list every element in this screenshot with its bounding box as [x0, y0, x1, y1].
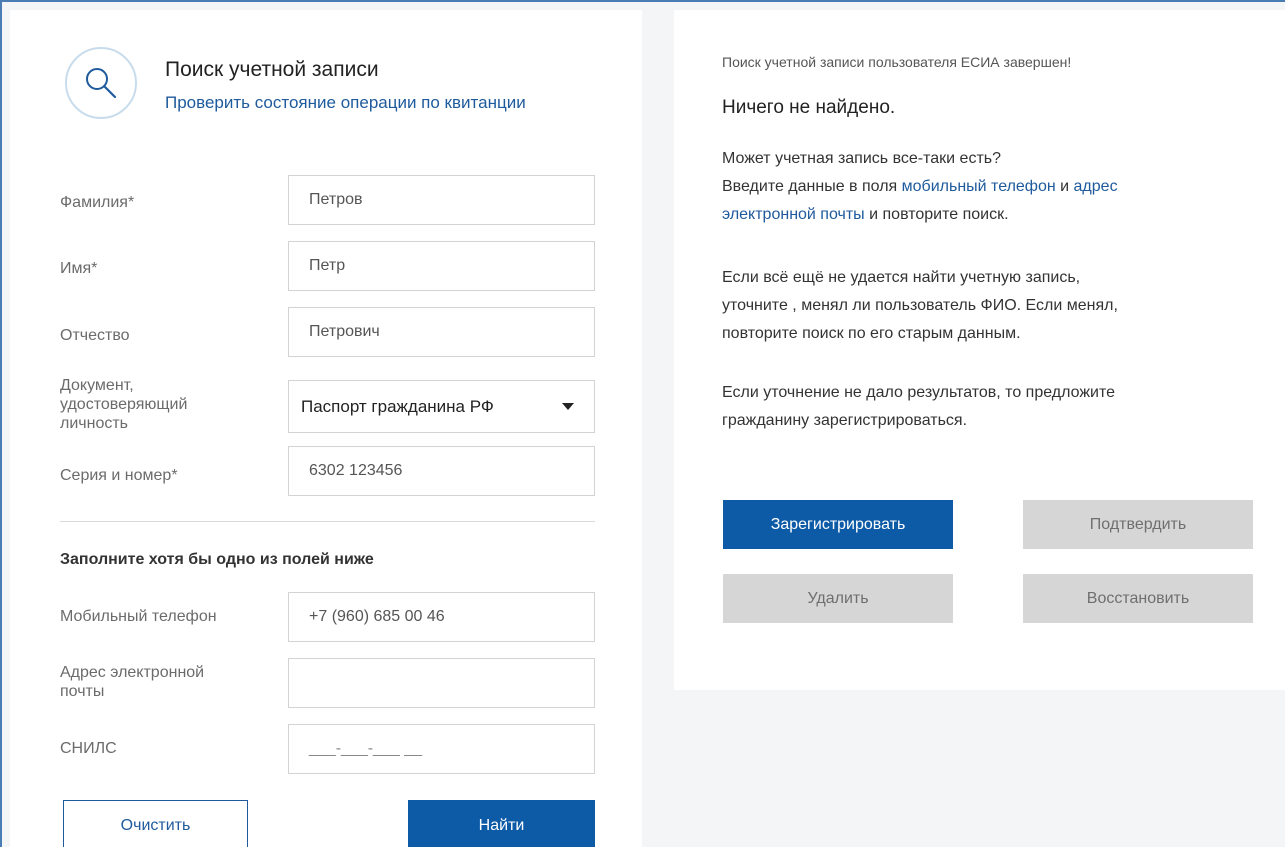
window-left-border: [0, 0, 2, 847]
surname-label: Фамилия*: [60, 194, 135, 211]
series-label: Серия и номер*: [60, 467, 178, 484]
result-heading: Ничего не найдено.: [722, 97, 896, 118]
check-receipt-link[interactable]: Проверить состояние операции по квитанци…: [165, 93, 526, 113]
email-input[interactable]: [288, 658, 595, 708]
email-label: Адрес электронной почты: [60, 664, 205, 700]
surname-input[interactable]: Петров: [288, 175, 595, 225]
delete-button[interactable]: Удалить: [723, 574, 953, 623]
restore-button[interactable]: Восстановить: [1023, 574, 1253, 623]
optional-fields-subtitle: Заполните хотя бы одно из полей ниже: [60, 551, 374, 568]
phone-input[interactable]: +7 (960) 685 00 46: [288, 592, 595, 642]
window-top-border: [0, 0, 1285, 2]
snils-label: СНИЛС: [60, 740, 117, 757]
document-label: Документ, удостоверяющий личность: [60, 377, 188, 432]
phone-label: Мобильный телефон: [60, 608, 217, 625]
page-title: Поиск учетной записи: [165, 58, 379, 81]
email-link-continued[interactable]: электронной почты: [722, 206, 865, 223]
search-icon: [65, 47, 137, 119]
name-input[interactable]: Петр: [288, 241, 595, 291]
result-hint-paragraph: Может учетная запись все-таки есть? Введ…: [722, 150, 1118, 223]
confirm-button[interactable]: Подтвердить: [1023, 500, 1253, 549]
mobile-phone-link[interactable]: мобильный телефон: [902, 178, 1056, 195]
register-button[interactable]: Зарегистрировать: [723, 500, 953, 549]
chevron-down-icon: [562, 403, 574, 410]
name-label: Имя*: [60, 260, 98, 277]
snils-input[interactable]: ___-___-___ __: [288, 724, 595, 774]
find-button[interactable]: Найти: [408, 800, 595, 847]
result-fio-paragraph: Если всё ещё не удается найти учетную за…: [722, 269, 1118, 342]
email-link[interactable]: адрес: [1074, 178, 1118, 195]
search-result-panel: Поиск учетной записи пользователя ЕСИА з…: [674, 10, 1285, 690]
document-type-value: Паспорт гражданина РФ: [301, 396, 494, 416]
search-status: Поиск учетной записи пользователя ЕСИА з…: [722, 54, 1072, 70]
divider: [60, 521, 595, 522]
series-number-input[interactable]: 6302 123456: [288, 446, 595, 496]
document-type-select[interactable]: Паспорт гражданина РФ: [288, 380, 595, 433]
result-register-paragraph: Если уточнение не дало результатов, то п…: [722, 384, 1116, 429]
search-form-panel: Поиск учетной записи Проверить состояние…: [10, 10, 642, 847]
patronymic-label: Отчество: [60, 327, 130, 344]
clear-button[interactable]: Очистить: [63, 800, 248, 847]
patronymic-input[interactable]: Петрович: [288, 307, 595, 357]
